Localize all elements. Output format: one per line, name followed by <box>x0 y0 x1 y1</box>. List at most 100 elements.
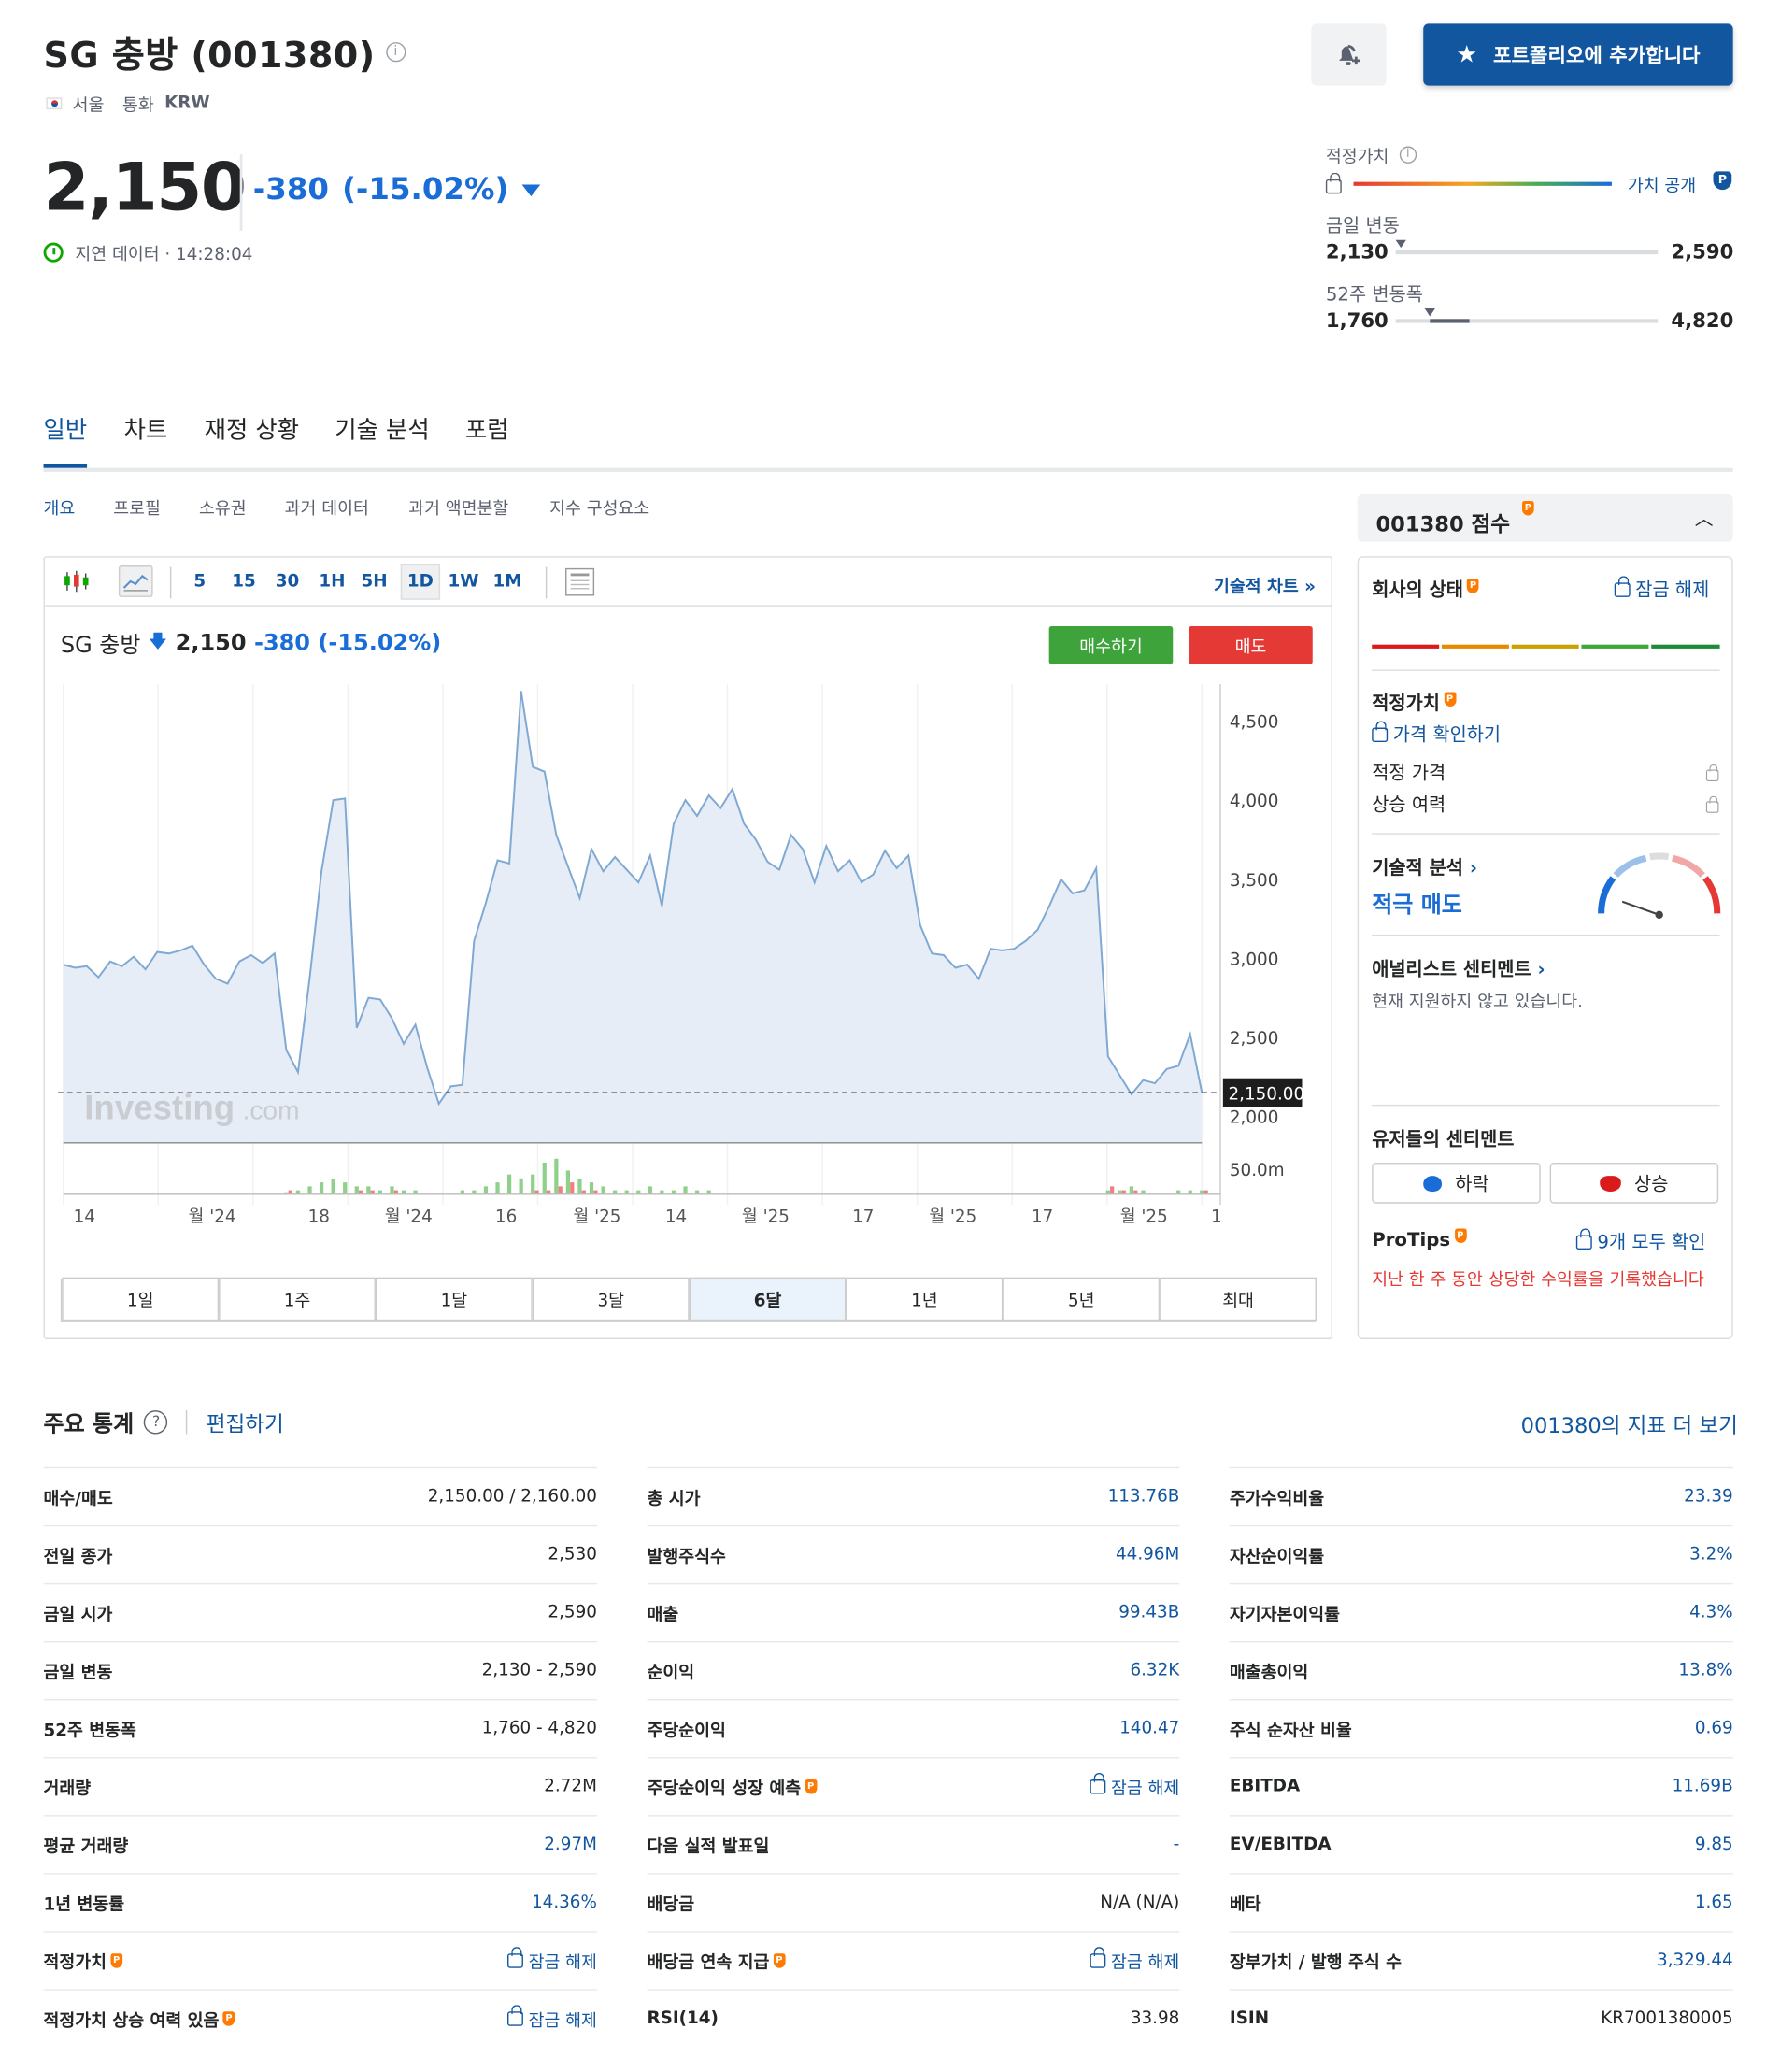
stat-label: 적정가치 <box>43 1953 107 1974</box>
subtab-splits[interactable]: 과거 액면분할 <box>408 494 508 520</box>
tab-financials[interactable]: 재정 상황 <box>205 411 300 446</box>
day-high: 2,590 <box>1671 239 1734 264</box>
subtab-profile[interactable]: 프로필 <box>113 494 161 520</box>
stat-unlock-link[interactable]: 잠금 해제 <box>1111 1774 1179 1799</box>
tech-signal: 적극 매도 <box>1372 892 1462 920</box>
stats-title: 주요 통계 <box>43 1411 135 1438</box>
x-tick-label: 월 '25 <box>929 1207 976 1224</box>
buy-button[interactable]: 매수하기 <box>1048 625 1174 664</box>
stat-label: 주가수익비율 <box>1229 1489 1325 1509</box>
alert-button[interactable] <box>1311 23 1387 86</box>
all-tips-link[interactable]: 9개 모두 확인 <box>1575 1228 1705 1254</box>
tech-analysis-link[interactable]: 기술적 분석 › <box>1372 854 1477 880</box>
interval-1d[interactable]: 1D <box>400 564 440 600</box>
analyst-link[interactable]: 애널리스트 센티멘트 › <box>1372 956 1545 982</box>
tab-general[interactable]: 일반 <box>44 411 88 446</box>
subtab-overview[interactable]: 개요 <box>44 494 76 520</box>
bullish-button[interactable]: 상승 <box>1549 1162 1719 1204</box>
stat-value: 14.36% <box>531 1893 597 1913</box>
delay-text: 지연 데이터 · 14:28:04 <box>75 245 253 265</box>
x-tick-label: 월 '25 <box>573 1207 620 1224</box>
stat-row: 장부가치 / 발행 주식 수 3,329.44 <box>1229 1931 1733 1989</box>
health-seg-5 <box>1651 644 1720 649</box>
stat-label: 배당금 <box>647 1895 695 1916</box>
lock-icon <box>1090 1947 1106 1968</box>
check-price-link[interactable]: 가격 확인하기 <box>1372 721 1501 747</box>
bull-icon <box>1600 1175 1621 1192</box>
health-unlock[interactable]: 잠금 해제 <box>1614 576 1709 602</box>
interval-5h[interactable]: 5H <box>361 572 387 592</box>
y-tick-label: 4,000 <box>1230 792 1278 811</box>
interval-1w[interactable]: 1W <box>449 572 479 592</box>
interval-1m[interactable]: 1M <box>492 572 521 592</box>
health-seg-3 <box>1511 644 1579 649</box>
chart-toolbar: 5 15 30 1H 5H 1D 1W 1M 기술적 차트 » <box>44 558 1332 607</box>
chevron-up-icon[interactable]: ︿ <box>1695 505 1714 531</box>
more-metrics-link[interactable]: 001380의 지표 더 보기 <box>1521 1408 1738 1439</box>
period-2[interactable]: 1달 <box>375 1277 533 1322</box>
period-0[interactable]: 1일 <box>62 1277 220 1322</box>
stat-unlock-link[interactable]: 잠금 해제 <box>529 2007 597 2031</box>
main-tabs: 일반 차트 재정 상황 기술 분석 포럼 <box>43 408 1733 472</box>
delay-info: 지연 데이터 · 14:28:04 <box>43 240 253 265</box>
period-4[interactable]: 6달 <box>689 1277 847 1322</box>
stats-header: 주요 통계 ? 편집하기 <box>43 1405 284 1438</box>
interval-1h[interactable]: 1H <box>319 572 345 592</box>
stat-unlock-link[interactable]: 잠금 해제 <box>529 1949 597 1973</box>
candlestick-icon[interactable] <box>64 569 90 598</box>
tab-technical[interactable]: 기술 분석 <box>335 411 430 446</box>
info-icon[interactable]: i <box>385 42 406 63</box>
technical-chart-link[interactable]: 기술적 차트 » <box>1214 572 1316 597</box>
upside-label: 상승 여력 <box>1372 794 1446 817</box>
analyst-note: 현재 지원하지 않고 있습니다. <box>1372 993 1583 1013</box>
info-icon[interactable]: i <box>1399 146 1417 164</box>
pro-badge-icon: P <box>222 2011 235 2026</box>
price-chart[interactable]: Investing .com 2,150.00 4,500 4,000 3,500 3,00… <box>45 671 1332 1224</box>
period-6[interactable]: 5년 <box>1003 1277 1161 1322</box>
stat-row: RSI(14) 33.98 <box>647 1989 1180 2047</box>
interval-30[interactable]: 30 <box>276 572 300 592</box>
fair-label: 적정가치 <box>1372 693 1440 715</box>
lock-icon <box>1325 172 1347 198</box>
protip-text[interactable]: 지난 한 주 동안 상당한 수익률을 기록했습니다 <box>1372 1265 1703 1291</box>
interval-5[interactable]: 5 <box>193 572 206 592</box>
table-icon[interactable] <box>565 567 595 596</box>
stat-row: 52주 변동폭 1,760 - 4,820 <box>43 1699 597 1757</box>
volume-bar <box>577 1178 582 1194</box>
fair-value-link[interactable]: 가치 공개 <box>1628 171 1696 196</box>
x-tick-label: 1 <box>1211 1207 1222 1224</box>
period-1[interactable]: 1주 <box>219 1277 376 1322</box>
stat-row: EV/EBITDA 9.85 <box>1229 1815 1733 1873</box>
price-change: -380 (-15.02%) <box>253 173 541 207</box>
divider <box>239 154 243 231</box>
toolbar-divider <box>545 566 548 599</box>
subtab-ownership[interactable]: 소유권 <box>199 494 247 520</box>
tab-forum[interactable]: 포럼 <box>465 411 509 446</box>
tab-chart[interactable]: 차트 <box>124 411 168 446</box>
bearish-button[interactable]: 하락 <box>1372 1162 1541 1204</box>
sell-button[interactable]: 매도 <box>1189 625 1313 664</box>
interval-15[interactable]: 15 <box>232 572 256 592</box>
edit-stats-link[interactable]: 편집하기 <box>207 1406 284 1437</box>
subtab-components[interactable]: 지수 구성요소 <box>549 494 649 520</box>
area-chart-icon[interactable] <box>118 565 153 597</box>
add-to-portfolio-button[interactable]: ★ 포트폴리오에 추가합니다 <box>1423 23 1733 86</box>
y-tick-label: 3,500 <box>1230 871 1278 891</box>
period-5[interactable]: 1년 <box>846 1277 1004 1322</box>
help-icon[interactable]: ? <box>144 1409 168 1434</box>
x-tick-label: 14 <box>74 1207 95 1224</box>
stat-unlock-link[interactable]: 잠금 해제 <box>1111 1949 1179 1973</box>
period-7[interactable]: 최대 <box>1160 1277 1317 1322</box>
stat-row: 적정가치 P 잠금 해제 <box>43 1931 597 1989</box>
score-header[interactable]: 001380 점수 P ︿ <box>1357 493 1733 542</box>
chart-legend: SG 충방 🡇 2,150 -380 (-15.02%) <box>61 626 441 659</box>
subtab-historical[interactable]: 과거 데이터 <box>285 494 369 520</box>
stat-value: 9.85 <box>1694 1835 1733 1855</box>
stat-value: 11.69B <box>1672 1777 1733 1797</box>
stat-label: 장부가치 / 발행 주식 수 <box>1229 1953 1402 1974</box>
protips-label: ProTips <box>1372 1229 1451 1251</box>
stat-label: 총 시가 <box>647 1489 701 1509</box>
stat-row: 발행주식수 44.96M <box>647 1524 1180 1583</box>
period-3[interactable]: 3달 <box>532 1277 690 1322</box>
stat-value: 2,130 - 2,590 <box>481 1661 597 1681</box>
